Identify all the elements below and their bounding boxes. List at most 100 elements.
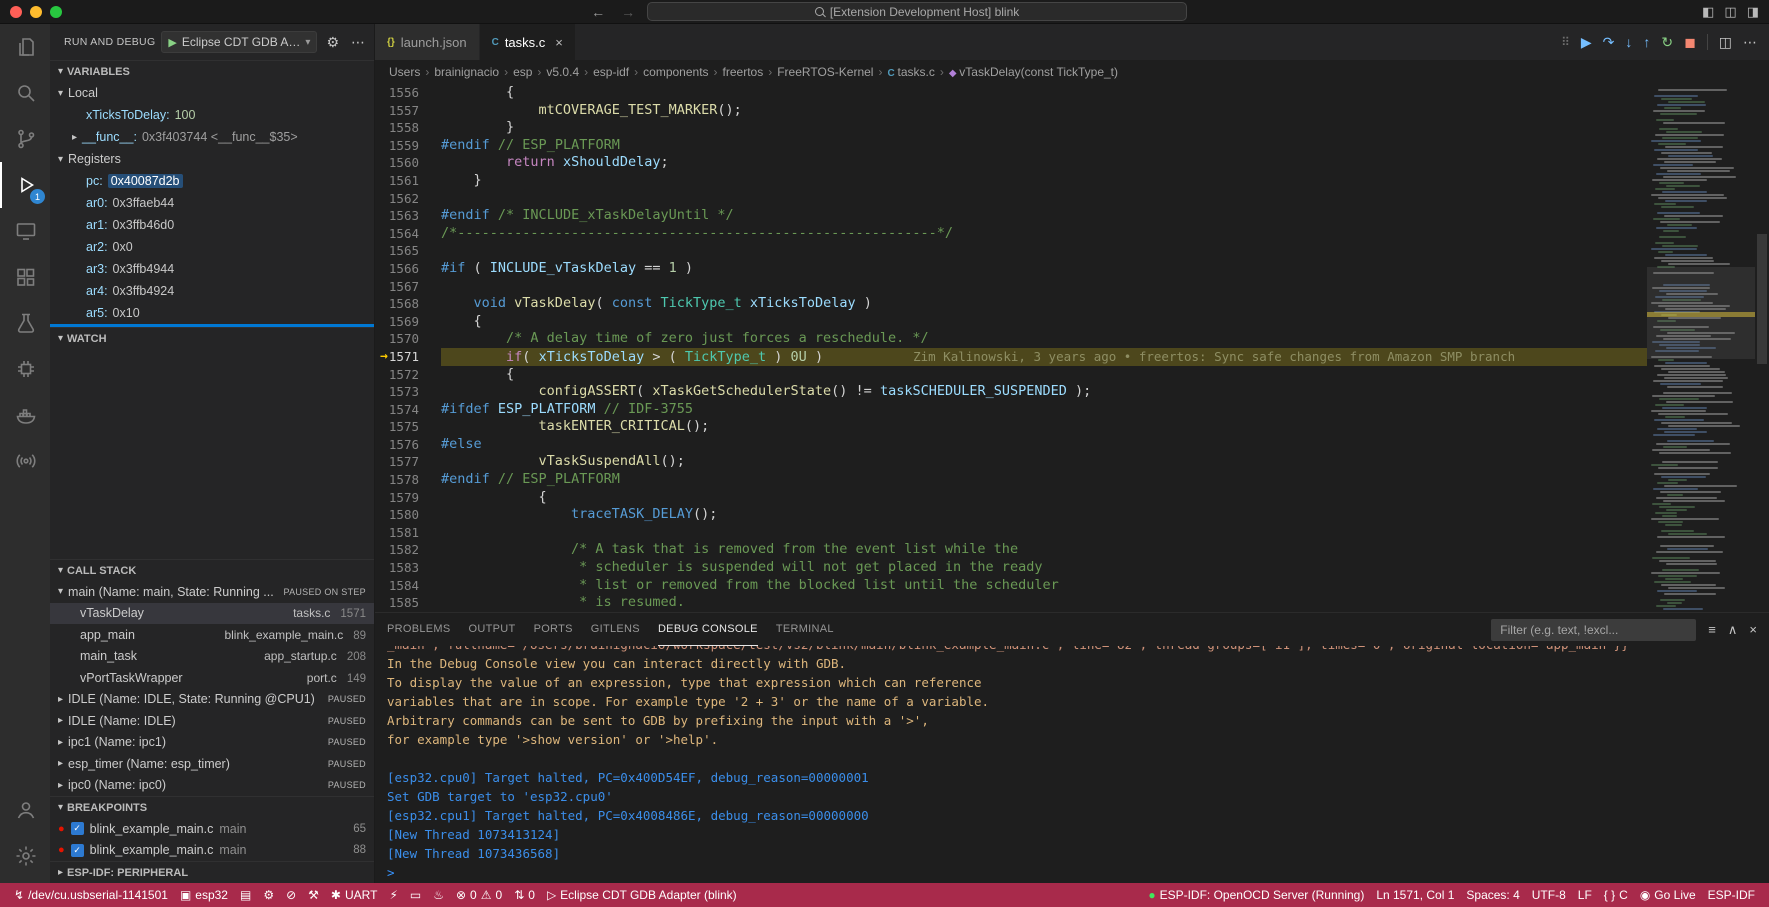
toggle-panel-icon[interactable]: ◫ bbox=[1724, 4, 1736, 20]
gear-icon[interactable]: ⚙ bbox=[323, 34, 342, 51]
breakpoint-checkbox[interactable]: ✓ bbox=[71, 822, 84, 835]
variable-row[interactable]: ar4:0x3ffb4924 bbox=[50, 280, 374, 302]
call-stack-frame-row[interactable]: app_mainblink_example_main.c89 bbox=[50, 624, 374, 646]
code-line[interactable]: 1585 * is resumed. bbox=[375, 594, 1647, 612]
status-openocd-server[interactable]: ●ESP-IDF: OpenOCD Server (Running) bbox=[1142, 883, 1370, 907]
code-line[interactable]: 1563#endif /* INCLUDE_xTaskDelayUntil */ bbox=[375, 207, 1647, 225]
code-line[interactable]: 1568 void vTaskDelay( const TickType_t x… bbox=[375, 295, 1647, 313]
variables-scope-row[interactable]: ▾Registers bbox=[50, 148, 374, 170]
variable-row[interactable]: ▸__func__:0x3f403744 <__func__$35> bbox=[50, 126, 374, 148]
code-line[interactable]: 1565 bbox=[375, 242, 1647, 260]
step-into-icon[interactable]: ↓ bbox=[1625, 34, 1632, 51]
variable-row[interactable]: ar3:0x3ffb4944 bbox=[50, 258, 374, 280]
toggle-sidebar-icon[interactable]: ◧ bbox=[1702, 4, 1714, 20]
call-stack-frame-row[interactable]: vPortTaskWrapperport.c149 bbox=[50, 667, 374, 689]
breadcrumb-item[interactable]: C tasks.c bbox=[887, 65, 934, 79]
code-line[interactable]: 1583 * scheduler is suspended will not g… bbox=[375, 559, 1647, 577]
code-line[interactable]: 1577 vTaskSuspendAll(); bbox=[375, 453, 1647, 471]
call-stack-thread-row[interactable]: ▸ipc1 (Name: ipc1)PAUSED bbox=[50, 732, 374, 754]
activity-bar-item-remote-explorer[interactable] bbox=[0, 208, 50, 254]
activity-bar-item-testing[interactable] bbox=[0, 300, 50, 346]
console-input-prompt[interactable]: > bbox=[387, 863, 1769, 882]
status-device-target[interactable]: ▣esp32 bbox=[174, 883, 234, 907]
filter-icon[interactable]: ≡ bbox=[1708, 622, 1716, 637]
code-line[interactable]: 1561 } bbox=[375, 172, 1647, 190]
code-line[interactable]: 1572 { bbox=[375, 366, 1647, 384]
command-center-search[interactable]: [Extension Development Host] blink bbox=[647, 2, 1187, 21]
status-indentation[interactable]: Spaces: 4 bbox=[1460, 883, 1525, 907]
status-eol[interactable]: LF bbox=[1572, 883, 1598, 907]
more-actions-icon[interactable]: ⋯ bbox=[348, 34, 368, 51]
status-project-folder[interactable]: ▤ bbox=[234, 883, 257, 907]
breakpoint-row[interactable]: ●✓blink_example_main.cmain88 bbox=[50, 840, 374, 862]
status-build-flash-monitor[interactable]: ♨ bbox=[427, 883, 450, 907]
code-line[interactable]: 1564/*----------------------------------… bbox=[375, 225, 1647, 243]
breadcrumb-item[interactable]: v5.0.4 bbox=[546, 65, 579, 79]
call-stack-thread-row[interactable]: ▸IDLE (Name: IDLE, State: Running @CPU1)… bbox=[50, 689, 374, 711]
toolbar-gripper-icon[interactable]: ⠿ bbox=[1561, 35, 1570, 49]
variable-row[interactable]: ar5:0x10 bbox=[50, 302, 374, 324]
status-full-clean[interactable]: ⊘ bbox=[280, 883, 302, 907]
breakpoints-section-header[interactable]: ▾ BREAKPOINTS bbox=[50, 796, 374, 818]
editor-tab-launch.json[interactable]: {}launch.json bbox=[375, 24, 480, 60]
call-stack-thread-row[interactable]: ▸ipc0 (Name: ipc0)PAUSED bbox=[50, 775, 374, 797]
call-stack-thread-row[interactable]: ▸esp_timer (Name: esp_timer)PAUSED bbox=[50, 753, 374, 775]
start-debugging-icon[interactable]: ▶ bbox=[168, 36, 176, 49]
variable-row[interactable]: ar0:0x3ffaeb44 bbox=[50, 192, 374, 214]
breadcrumb-item[interactable]: esp-idf bbox=[593, 65, 629, 79]
close-panel-icon[interactable]: × bbox=[1749, 622, 1757, 637]
code-line[interactable]: 1562 bbox=[375, 190, 1647, 208]
code-line[interactable]: 1559#endif // ESP_PLATFORM bbox=[375, 137, 1647, 155]
activity-bar-item-accounts[interactable] bbox=[0, 787, 50, 833]
code-line[interactable]: 1573 configASSERT( xTaskGetSchedulerStat… bbox=[375, 383, 1647, 401]
code-line[interactable]: 1582 /* A task that is removed from the … bbox=[375, 541, 1647, 559]
watch-section-header[interactable]: ▾ WATCH bbox=[50, 327, 374, 349]
restart-icon[interactable]: ↻ bbox=[1661, 34, 1673, 51]
debug-console[interactable]: _main", fullname="/Users/brainignacio/wo… bbox=[375, 646, 1769, 883]
status-serial-port[interactable]: ↯/dev/cu.usbserial-1141501 bbox=[8, 883, 174, 907]
breadcrumb-item[interactable]: ◆ vTaskDelay(const TickType_t) bbox=[949, 65, 1118, 79]
panel-tab-output[interactable]: OUTPUT bbox=[469, 613, 516, 646]
code-line[interactable]: 1575 taskENTER_CRITICAL(); bbox=[375, 418, 1647, 436]
disconnect-icon[interactable]: ◼ bbox=[1684, 34, 1696, 51]
code-line[interactable]: 1574#ifdef ESP_PLATFORM // IDF-3755 bbox=[375, 401, 1647, 419]
code-line[interactable]: 1581 bbox=[375, 524, 1647, 542]
debug-launch-picker[interactable]: ▶ Eclipse CDT GDB Adapter ▾ bbox=[161, 31, 317, 53]
call-stack-thread-row[interactable]: ▾main (Name: main, State: Running ...PAU… bbox=[50, 581, 374, 603]
call-stack-frame-row[interactable]: vTaskDelaytasks.c1571 bbox=[50, 603, 374, 625]
minimap[interactable] bbox=[1647, 84, 1755, 612]
status-cursor-position[interactable]: Ln 1571, Col 1 bbox=[1370, 883, 1460, 907]
code-line[interactable]: 1569 { bbox=[375, 313, 1647, 331]
variables-section-header[interactable]: ▾ VARIABLES bbox=[50, 60, 374, 82]
step-over-icon[interactable]: ↷ bbox=[1603, 34, 1615, 51]
breakpoint-row[interactable]: ●✓blink_example_main.cmain65 bbox=[50, 818, 374, 840]
breadcrumb-item[interactable]: brainignacio bbox=[434, 65, 499, 79]
status-ports-forwarded[interactable]: ⇅0 bbox=[508, 883, 541, 907]
panel-tab-ports[interactable]: PORTS bbox=[534, 613, 573, 646]
breadcrumb-item[interactable]: esp bbox=[513, 65, 532, 79]
activity-bar-item-run-and-debug[interactable]: 1 bbox=[0, 162, 50, 208]
variable-row[interactable]: pc:0x40087d2b bbox=[50, 170, 374, 192]
status-esp-idf-version[interactable]: ESP-IDF bbox=[1702, 883, 1761, 907]
code-area[interactable]: 1556 {1557 mtCOVERAGE_TEST_MARKER();1558… bbox=[375, 84, 1647, 612]
status-language-mode[interactable]: { }C bbox=[1598, 883, 1634, 907]
code-line[interactable]: 1567 bbox=[375, 278, 1647, 296]
breadcrumb-item[interactable]: FreeRTOS-Kernel bbox=[777, 65, 873, 79]
status-problems[interactable]: ⊗0⚠0 bbox=[450, 883, 508, 907]
variable-row[interactable]: ar2:0x0 bbox=[50, 236, 374, 258]
activity-bar-item-settings[interactable] bbox=[0, 833, 50, 879]
navigate-back-icon[interactable]: ← bbox=[587, 4, 609, 20]
maximize-panel-icon[interactable]: ∧ bbox=[1728, 622, 1738, 638]
variable-row[interactable]: xTicksToDelay:100 bbox=[50, 104, 374, 126]
split-editor-icon[interactable]: ◫ bbox=[1719, 34, 1732, 51]
panel-tab-gitlens[interactable]: GITLENS bbox=[591, 613, 640, 646]
code-line[interactable]: 1578#endif // ESP_PLATFORM bbox=[375, 471, 1647, 489]
close-icon[interactable]: × bbox=[555, 35, 563, 50]
status-build[interactable]: ⚒ bbox=[302, 883, 325, 907]
code-line[interactable]: 1580 traceTASK_DELAY(); bbox=[375, 506, 1647, 524]
editor-tab-tasks.c[interactable]: Ctasks.c× bbox=[480, 24, 576, 60]
code-line[interactable]: 1556 { bbox=[375, 84, 1647, 102]
step-out-icon[interactable]: ↑ bbox=[1643, 34, 1650, 51]
panel-tab-debug-console[interactable]: DEBUG CONSOLE bbox=[658, 613, 758, 646]
status-go-live[interactable]: ◉Go Live bbox=[1634, 883, 1702, 907]
